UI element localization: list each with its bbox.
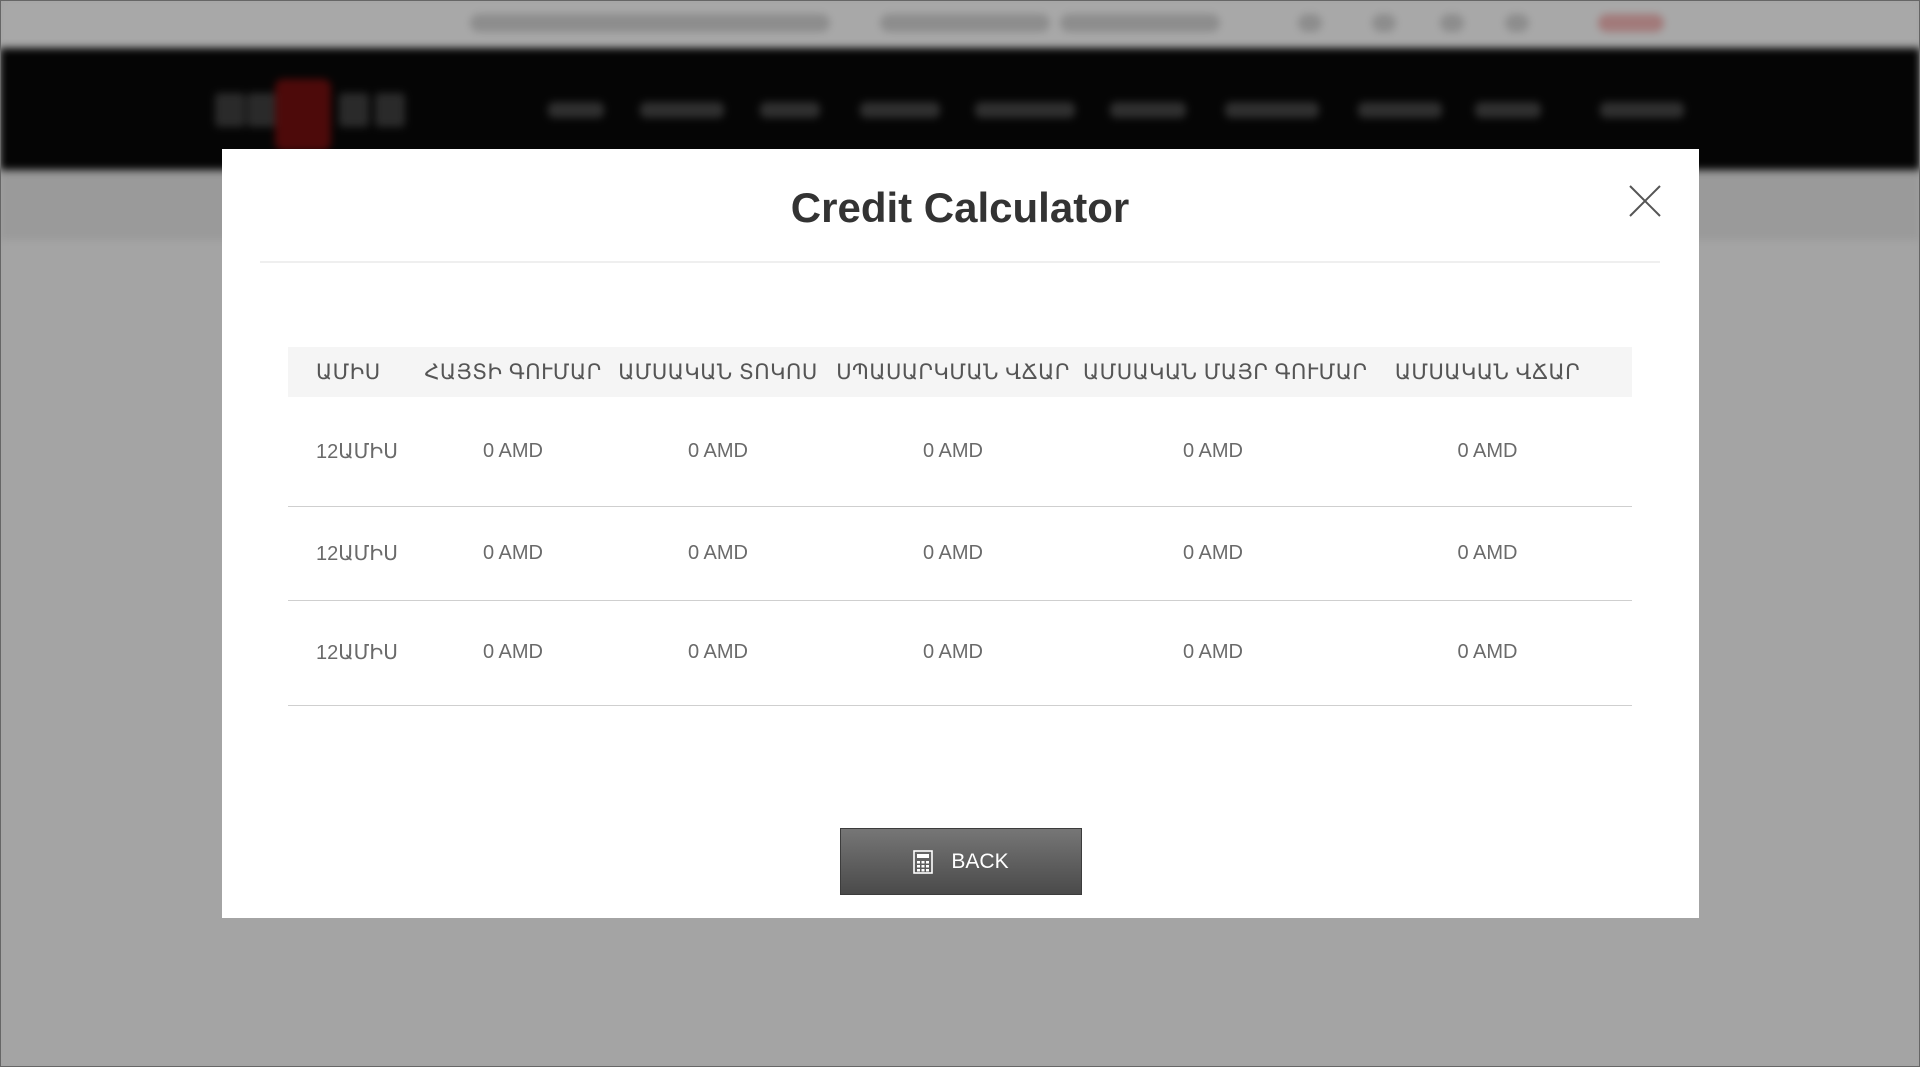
background-logo: [215, 79, 415, 151]
cell-monthly-principal: 0 AMD: [1083, 506, 1343, 601]
title-divider: [260, 261, 1660, 263]
cell-service-fee: 0 AMD: [823, 506, 1083, 601]
cell-request-amount: 0 AMD: [413, 600, 613, 706]
cell-monthly-payment: 0 AMD: [1343, 397, 1632, 507]
header-months: ԱՄԻՍ: [316, 360, 381, 384]
header-service-fee: ՍՊԱՍԱՐԿՄԱՆ ՎՃԱՐ: [836, 360, 1070, 384]
cell-monthly-interest: 0 AMD: [613, 506, 823, 601]
cell-months: 12ԱՄԻՍ: [288, 600, 413, 706]
credit-table: ԱՄԻՍ ՀԱՅՏԻ ԳՈՒՄԱՐ ԱՄՍԱԿԱՆ ՏՈԿՈՍ ՍՊԱՍԱՐԿՄ…: [288, 347, 1632, 706]
cell-monthly-principal: 0 AMD: [1083, 600, 1343, 706]
header-monthly-principal: ԱՄՍԱԿԱՆ ՄԱՅՐ ԳՈՒՄԱՐ: [1083, 360, 1368, 384]
close-icon: [1629, 185, 1661, 217]
cell-service-fee: 0 AMD: [823, 600, 1083, 706]
background-topbar: [0, 0, 1920, 48]
header-request-amount: ՀԱՅՏԻ ԳՈՒՄԱՐ: [424, 360, 602, 384]
cell-monthly-interest: 0 AMD: [613, 600, 823, 706]
cell-request-amount: 0 AMD: [413, 506, 613, 601]
cell-monthly-payment: 0 AMD: [1343, 506, 1632, 601]
cell-months: 12ԱՄԻՍ: [288, 397, 413, 507]
cell-monthly-principal: 0 AMD: [1083, 397, 1343, 507]
table-row: 12ԱՄԻՍ 0 AMD 0 AMD 0 AMD 0 AMD 0 AMD: [288, 397, 1632, 507]
table-row: 12ԱՄԻՍ 0 AMD 0 AMD 0 AMD 0 AMD 0 AMD: [288, 600, 1632, 706]
header-monthly-payment: ԱՄՍԱԿԱՆ ՎՃԱՐ: [1394, 360, 1581, 384]
table-header-row: ԱՄԻՍ ՀԱՅՏԻ ԳՈՒՄԱՐ ԱՄՍԱԿԱՆ ՏՈԿՈՍ ՍՊԱՍԱՐԿՄ…: [288, 347, 1632, 397]
calculator-icon: [913, 849, 934, 874]
cell-monthly-interest: 0 AMD: [613, 397, 823, 507]
cell-monthly-payment: 0 AMD: [1343, 600, 1632, 706]
table-row: 12ԱՄԻՍ 0 AMD 0 AMD 0 AMD 0 AMD 0 AMD: [288, 506, 1632, 601]
close-button[interactable]: [1628, 184, 1662, 218]
back-button[interactable]: BACK: [840, 828, 1082, 895]
cell-request-amount: 0 AMD: [413, 397, 613, 507]
header-monthly-interest: ԱՄՍԱԿԱՆ ՏՈԿՈՍ: [618, 360, 818, 384]
back-button-label: BACK: [951, 849, 1009, 873]
cell-service-fee: 0 AMD: [823, 397, 1083, 507]
cell-months: 12ԱՄԻՍ: [288, 506, 413, 601]
